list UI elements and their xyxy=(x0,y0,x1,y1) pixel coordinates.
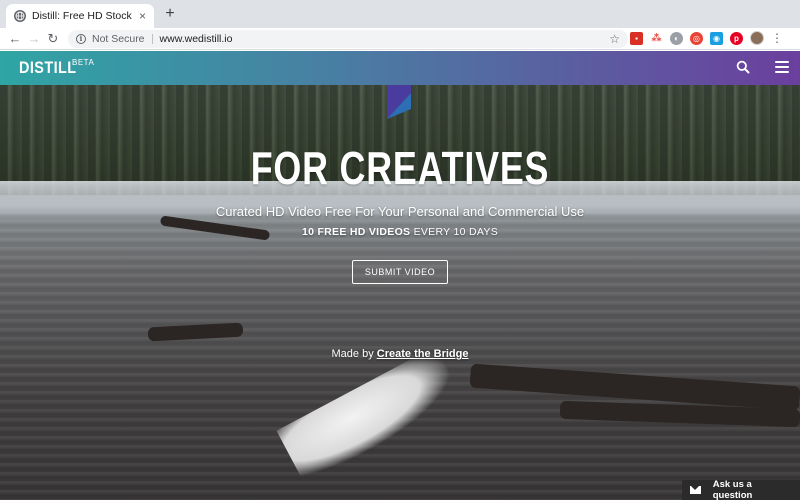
url-text: www.wedistill.io xyxy=(159,33,233,45)
beta-label: BETA xyxy=(72,58,95,67)
hero-count-rest: EVERY 10 DAYS xyxy=(410,226,499,238)
hero-section: FOR CREATIVES Curated HD Video Free For … xyxy=(0,85,800,500)
close-tab-icon[interactable]: × xyxy=(139,10,146,22)
extensions-bar: ▪ ⁂ ◐ ◎ ◉ p ⋮ xyxy=(630,31,783,45)
search-icon[interactable] xyxy=(736,60,750,74)
browser-tab[interactable]: Distill: Free HD Stock Video & × xyxy=(6,4,154,28)
made-by-credit: Made by Create the Bridge xyxy=(0,348,800,360)
extension-gray-icon[interactable]: ◐ xyxy=(670,31,683,45)
create-the-bridge-link[interactable]: Create the Bridge xyxy=(377,348,469,360)
ask-question-button[interactable]: Ask us a question xyxy=(682,479,800,500)
back-arrow-icon[interactable]: ← xyxy=(6,30,24,48)
browser-menu-icon[interactable]: ⋮ xyxy=(771,32,783,44)
extension-red-icon[interactable]: ▪ xyxy=(630,31,643,45)
url-divider xyxy=(151,34,153,44)
site-logo[interactable]: DISTILL xyxy=(19,58,77,78)
hero-count-bold: 10 FREE HD VIDEOS xyxy=(301,226,411,238)
mail-icon xyxy=(690,486,701,494)
forward-arrow-icon[interactable]: → xyxy=(25,30,43,48)
profile-avatar[interactable] xyxy=(750,31,764,45)
asana-icon[interactable]: ⁂ xyxy=(650,31,663,45)
browser-toolbar: ← → ↻ i Not Secure www.wedistill.io ☆ ▪ … xyxy=(0,28,800,50)
hero-title: FOR CREATIVES xyxy=(250,142,550,194)
hero-video-count: 10 FREE HD VIDEOS EVERY 10 DAYS xyxy=(0,226,800,238)
address-bar[interactable]: i Not Secure www.wedistill.io ☆ xyxy=(68,30,628,48)
pinterest-icon[interactable]: p xyxy=(730,31,743,45)
hero-subtitle: Curated HD Video Free For Your Personal … xyxy=(215,204,585,219)
tab-title: Distill: Free HD Stock Video & xyxy=(32,10,133,22)
browser-tab-strip: Distill: Free HD Stock Video & × + xyxy=(0,0,800,28)
site-header: DISTILL BETA xyxy=(0,51,800,85)
submit-video-button[interactable]: SUBMIT VIDEO xyxy=(352,260,448,284)
extension-blue-icon[interactable]: ◉ xyxy=(710,31,723,45)
target-icon[interactable]: ◎ xyxy=(690,31,703,45)
security-status: Not Secure xyxy=(92,33,145,45)
made-by-prefix: Made by xyxy=(331,348,377,360)
ask-question-label: Ask us a question xyxy=(712,479,753,500)
bookmark-star-icon[interactable]: ☆ xyxy=(609,32,620,46)
reload-icon[interactable]: ↻ xyxy=(44,30,62,48)
new-tab-button[interactable]: + xyxy=(162,6,178,22)
info-icon[interactable]: i xyxy=(76,34,86,44)
brand-mark-icon xyxy=(387,85,411,119)
globe-icon xyxy=(14,10,26,22)
hamburger-menu-icon[interactable] xyxy=(775,61,789,73)
